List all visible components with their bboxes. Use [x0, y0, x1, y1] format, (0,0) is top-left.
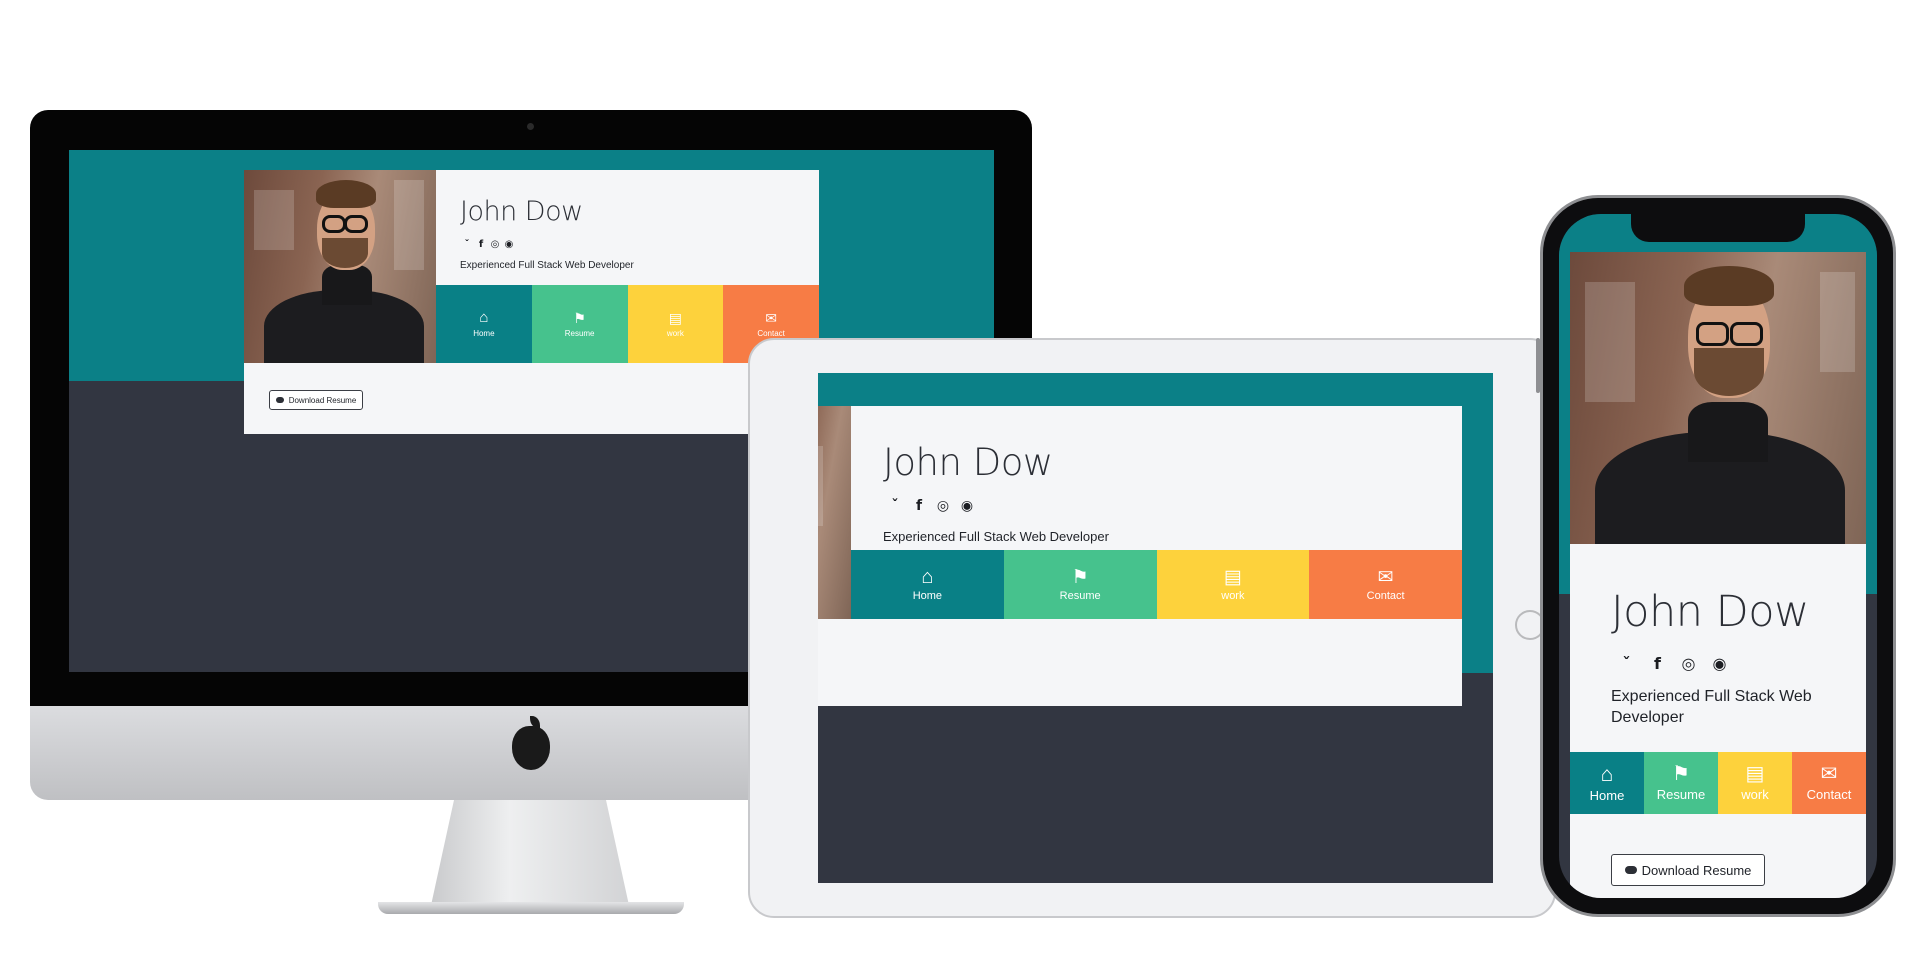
graduation-cap-icon: ⚑: [1672, 763, 1690, 785]
home-icon: ⌂: [479, 309, 489, 326]
github-icon[interactable]: ◉: [502, 239, 516, 250]
home-icon: ⌂: [921, 566, 934, 588]
phone-nav-work-label: work: [1741, 787, 1769, 802]
phone-nav-home-label: Home: [1589, 787, 1625, 803]
tablet-nav-home-label: Home: [912, 590, 943, 602]
phone-profile-tagline-line2: Developer: [1611, 709, 1684, 726]
home-icon: ⌂: [1600, 762, 1614, 786]
tablet-nav-resume-label: Resume: [1059, 589, 1101, 602]
envelope-icon: ✉: [1377, 566, 1394, 588]
envelope-icon: ✉: [765, 309, 777, 326]
twitter-icon[interactable]: ˇ: [1611, 654, 1642, 673]
phone-nav-resume-label: Resume: [1656, 787, 1706, 802]
folder-open-icon: ▤: [1745, 763, 1765, 785]
download-resume-label: Download Resume: [288, 395, 357, 405]
profile-tagline: Experienced Full Stack Web Developer: [460, 260, 634, 271]
cloud-download-icon: [275, 397, 284, 403]
phone-profile-card: John Dow ˇ f ◎ ◉ Experienced Full Stack …: [1570, 252, 1866, 898]
instagram-icon[interactable]: ◎: [931, 498, 955, 514]
graduation-cap-icon: ⚑: [1071, 566, 1089, 588]
phone-social-links: ˇ f ◎ ◉: [1611, 654, 1735, 673]
phone-profile-photo: [1570, 252, 1866, 544]
download-resume-button[interactable]: Download Resume: [269, 390, 363, 410]
phone-side-button: [1536, 338, 1540, 393]
nav-contact-label: Contact: [757, 328, 785, 338]
phone-profile-name: John Dow: [1611, 587, 1809, 637]
phone-nav-contact-label: Contact: [1806, 787, 1852, 802]
tablet-nav-work-label: work: [1221, 589, 1245, 602]
envelope-icon: ✉: [1820, 763, 1838, 785]
nav-work-label: work: [666, 328, 684, 338]
github-icon[interactable]: ◉: [955, 498, 979, 514]
tablet-nav-home[interactable]: ⌂ Home: [851, 550, 1004, 619]
phone-download-resume-label: Download Resume: [1641, 862, 1752, 878]
facebook-icon[interactable]: f: [474, 239, 488, 250]
cloud-download-icon: [1624, 866, 1637, 874]
tablet-profile-name: John Dow: [883, 441, 1053, 484]
phone-nav-tiles: ⌂ Home ⚑ Resume ▤ work ✉ Contact: [1570, 752, 1866, 814]
tablet-profile-tagline: Experienced Full Stack Web Developer: [883, 529, 1109, 544]
phone-nav-contact[interactable]: ✉ Contact: [1792, 752, 1866, 814]
tablet-profile-photo: [818, 406, 851, 619]
facebook-icon[interactable]: f: [907, 498, 931, 514]
profile-name: John Dow: [460, 196, 583, 227]
tablet-nav-tiles: ⌂ Home ⚑ Resume ▤ work ✉ Contact: [851, 550, 1462, 619]
tablet-social-links: ˇ f ◎ ◉: [883, 498, 979, 514]
camera-icon: [527, 123, 534, 130]
nav-home[interactable]: ⌂ Home: [436, 285, 532, 363]
phone-download-resume-button[interactable]: Download Resume: [1611, 854, 1765, 886]
nav-work[interactable]: ▤ work: [627, 285, 724, 363]
tablet-nav-contact[interactable]: ✉ Contact: [1309, 550, 1462, 619]
monitor-stand: [430, 800, 630, 910]
phone-notch: [1631, 214, 1805, 242]
monitor-stand-base: [378, 902, 684, 914]
twitter-icon[interactable]: ˇ: [460, 239, 474, 250]
phone-profile-tagline-line1: Experienced Full Stack Web: [1611, 688, 1812, 705]
social-links: ˇ f ◎ ◉: [460, 239, 516, 250]
tablet-nav-work[interactable]: ▤ work: [1156, 550, 1310, 619]
phone-nav-work[interactable]: ▤ work: [1718, 752, 1792, 814]
phone-screen: John Dow ˇ f ◎ ◉ Experienced Full Stack …: [1559, 214, 1877, 898]
nav-resume[interactable]: ⚑ Resume: [531, 285, 628, 363]
tablet-nav-contact-label: Contact: [1366, 589, 1405, 602]
nav-resume-label: Resume: [564, 328, 595, 338]
apple-logo-icon: [512, 726, 550, 770]
twitter-icon[interactable]: ˇ: [883, 498, 907, 514]
profile-photo: [244, 170, 436, 363]
profile-card: John Dow ˇ f ◎ ◉ Experienced Full Stack …: [244, 170, 819, 434]
instagram-icon[interactable]: ◎: [488, 239, 502, 250]
tablet-screen: John Dow ˇ f ◎ ◉ Experienced Full Stack …: [818, 373, 1493, 883]
facebook-icon[interactable]: f: [1642, 654, 1673, 673]
phone-nav-home[interactable]: ⌂ Home: [1570, 752, 1644, 814]
nav-home-label: Home: [473, 329, 495, 338]
folder-open-icon: ▤: [1223, 566, 1242, 588]
folder-open-icon: ▤: [668, 309, 682, 326]
phone-nav-resume[interactable]: ⚑ Resume: [1644, 752, 1718, 814]
graduation-cap-icon: ⚑: [573, 309, 586, 326]
github-icon[interactable]: ◉: [1704, 654, 1735, 673]
tablet-nav-resume[interactable]: ⚑ Resume: [1003, 550, 1157, 619]
tablet-profile-card: John Dow ˇ f ◎ ◉ Experienced Full Stack …: [818, 406, 1462, 706]
instagram-icon[interactable]: ◎: [1673, 654, 1704, 673]
